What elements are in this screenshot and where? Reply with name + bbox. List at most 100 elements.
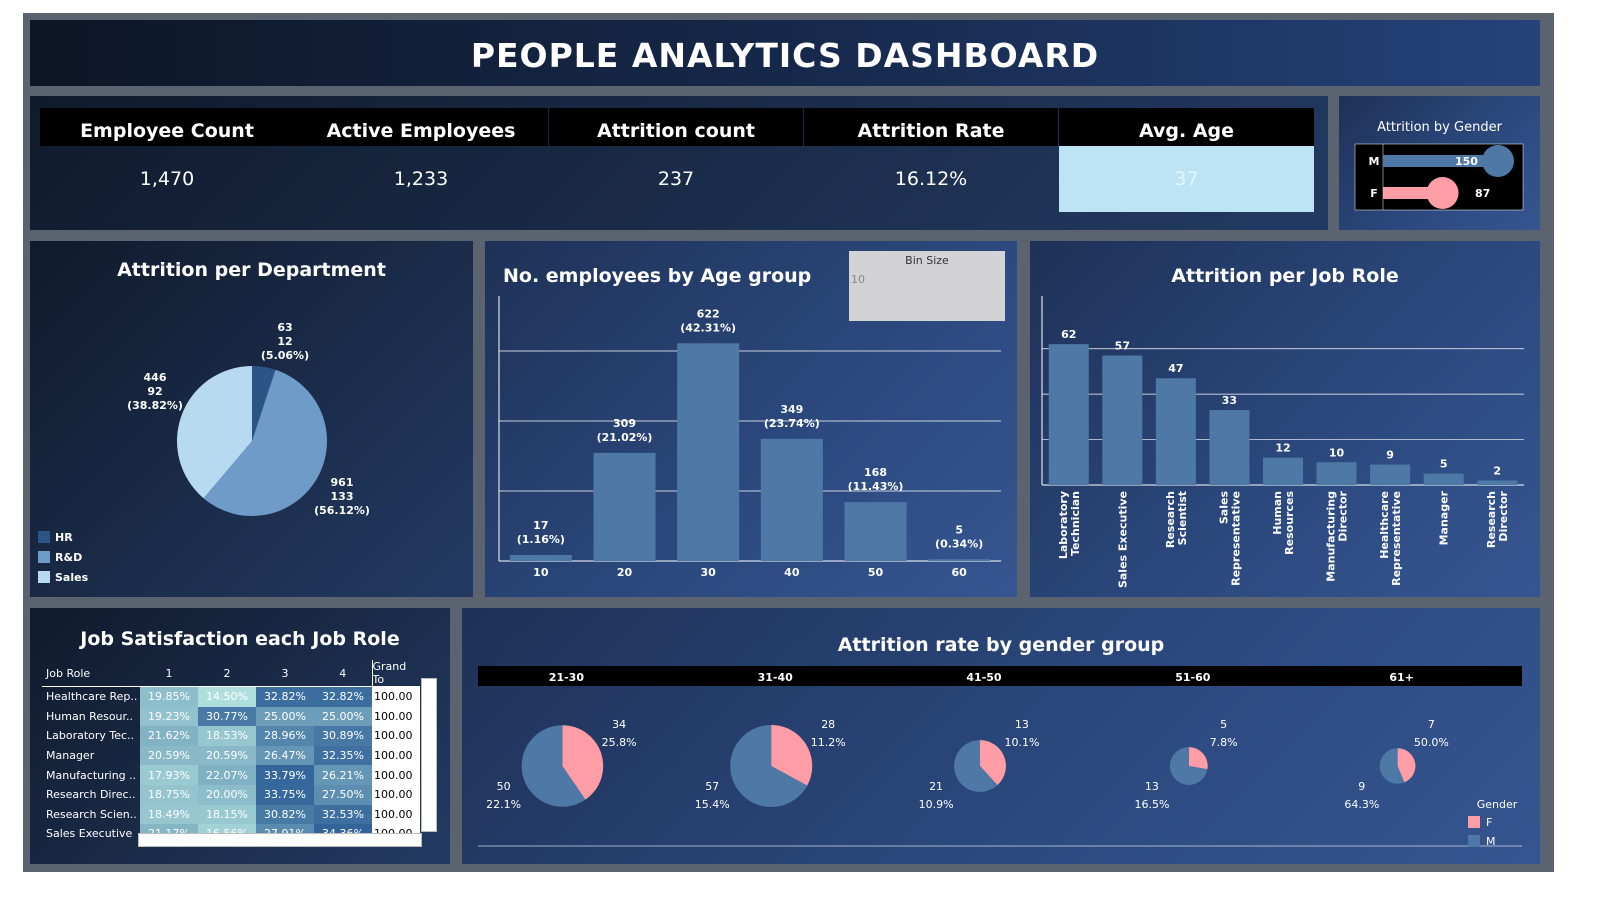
row-label: Research Direc.. [46, 788, 136, 802]
horizontal-scrollbar[interactable] [138, 833, 422, 847]
row-label: Healthcare Rep.. [46, 690, 138, 704]
x-tick-label-group: Manufacturing Director [1325, 490, 1350, 581]
kpi-value: 1,233 [393, 168, 449, 190]
bar-data-label: 5 [1440, 458, 1448, 471]
gender-bar [1383, 155, 1496, 167]
female-count-label: 28 [821, 718, 835, 731]
kpi-attrition-rate: Attrition Rate 16.12% [804, 108, 1058, 208]
age-group-panel: No. employees by Age group Bin Size 10 1… [485, 241, 1017, 597]
table-header-cell[interactable]: 4 [314, 660, 372, 687]
table-cell: 30.77% [198, 706, 256, 727]
male-count-label: 57 [705, 780, 719, 793]
age-bar [677, 343, 740, 561]
age-bar [844, 502, 907, 561]
kpi-avg-age: Avg. Age 37 [1059, 108, 1314, 212]
bar-data-label: 17 [533, 519, 548, 532]
satisfaction-table: Job Role 1 2 3 4 Grand To Healthcare Rep.. 19.… [42, 660, 420, 844]
grand-total-cell: 100.00 [372, 686, 420, 707]
table-cell: 32.82% [256, 686, 314, 707]
table-cell: 20.59% [198, 745, 256, 766]
female-rate-label: 50.0% [1414, 736, 1449, 749]
bar-data-label: 2 [1493, 464, 1501, 477]
female-count-label: 13 [1015, 718, 1029, 731]
table-cell: 22.07% [198, 765, 256, 785]
group-header-label: 41-50 [966, 671, 1002, 684]
table-cell: 26.47% [256, 745, 314, 766]
kpi-employee-count: Employee Count 1,470 [40, 108, 294, 208]
x-tick-label-group: Research Scientist [1164, 491, 1189, 548]
pie-data-label: 92 [147, 385, 162, 398]
job-role-bar [1423, 473, 1464, 485]
table-header-cell[interactable]: Grand To [371, 660, 420, 687]
bar-data-label: 12 [1275, 442, 1290, 455]
vertical-scrollbar[interactable] [421, 678, 437, 832]
bar-data-label: 62 [1061, 328, 1076, 341]
bar-data-label: 349 [780, 403, 803, 416]
row-label: Human Resour.. [46, 709, 134, 723]
row-label: Manager [46, 749, 95, 763]
table-cell: 28.96% [256, 726, 314, 746]
job-role-bar [1370, 464, 1411, 485]
table-header-cell[interactable]: 2 [198, 660, 256, 687]
female-count-label: 7 [1428, 718, 1435, 731]
male-rate-label: 22.1% [486, 798, 521, 811]
bar-data-label: 10 [1329, 446, 1345, 459]
table-cell: 17.93% [140, 765, 198, 785]
legend-label: M [1486, 835, 1496, 848]
x-tick-label: Director [1337, 490, 1350, 541]
group-header-label: 61+ [1389, 671, 1414, 684]
legend-label: R&D [55, 551, 82, 564]
kpi-label: Attrition Rate [804, 108, 1058, 146]
table-header-cell[interactable]: 1 [140, 660, 198, 687]
bar-data-label: 622 [697, 307, 720, 320]
table-row: Healthcare Rep.. 19.85% 14.50% 32.82% 32.82%… [42, 686, 420, 707]
bar-data-label: (21.02%) [597, 431, 653, 444]
row-label: Research Scien.. [46, 807, 137, 821]
table-row: Manufacturing .. 17.93% 22.07% 33.79% 26.21%… [42, 765, 420, 785]
group-header-label: 21-30 [549, 671, 585, 684]
table-row: Research Direc.. 18.75% 20.00% 33.75% 27.50%… [42, 784, 420, 805]
table-cell: 25.00% [256, 706, 314, 727]
table-header-cell[interactable]: 3 [256, 660, 314, 687]
table-row: Manager 20.59% 20.59% 26.47% 32.35% 100.00 [42, 745, 420, 766]
table-cell: 19.85% [140, 686, 198, 707]
legend-swatch [38, 551, 50, 563]
x-tick-label: 60 [952, 566, 968, 579]
table-cell: 33.79% [256, 765, 314, 785]
table-header-cell[interactable]: Job Role [42, 660, 140, 687]
pie-data-label: (5.06%) [261, 349, 309, 362]
page-title: PEOPLE ANALYTICS DASHBOARD [470, 36, 1100, 75]
legend-label: Sales [55, 571, 89, 584]
age-bar [928, 559, 991, 561]
legend-swatch [1468, 835, 1480, 847]
job-role-bar [1048, 344, 1089, 485]
gender-bubble [1482, 145, 1514, 177]
male-rate-label: 16.5% [1134, 798, 1169, 811]
female-count-label: 34 [612, 718, 626, 731]
grand-total-cell: 100.00 [372, 726, 420, 746]
table-cell: 20.00% [198, 784, 256, 805]
male-rate-label: 64.3% [1344, 798, 1379, 811]
x-tick-label-group: Sales Executive [1116, 491, 1129, 588]
male-rate-label: 10.9% [919, 798, 954, 811]
pie-data-label: 12 [277, 335, 292, 348]
kpi-panel: Employee Count 1,470 Active Employees 1,… [30, 96, 1328, 230]
x-tick-label-group: Healthcare Representative [1378, 491, 1403, 586]
table-cell: 18.15% [198, 804, 256, 825]
kpi-label: Employee Count [40, 108, 294, 146]
legend-swatch [38, 531, 50, 543]
age-bar [760, 438, 823, 561]
female-rate-label: 10.1% [1004, 736, 1039, 749]
x-tick-label: Representative [1390, 491, 1403, 586]
age-bar [593, 452, 656, 561]
kpi-label: Active Employees [294, 108, 548, 146]
pie-data-label: (38.82%) [127, 399, 183, 412]
table-row: Human Resour.. 19.23% 30.77% 25.00% 25.00% 10… [42, 706, 420, 727]
attrition-gender-group-panel: Attrition rate by gender group 21-30 34 25… [462, 608, 1540, 864]
row-label: Manufacturing .. [46, 768, 137, 782]
bar-data-label: 9 [1386, 449, 1394, 462]
bar-data-label: (0.34%) [935, 537, 983, 550]
kpi-label: Avg. Age [1059, 108, 1314, 146]
table-cell: 26.21% [314, 765, 372, 785]
legend-swatch [1468, 816, 1480, 828]
